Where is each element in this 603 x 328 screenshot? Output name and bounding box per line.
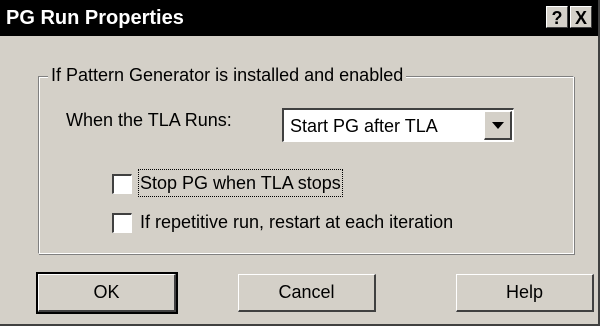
run-mode-selected-value: Start PG after TLA: [290, 116, 438, 136]
close-icon[interactable]: X: [570, 6, 592, 28]
help-icon[interactable]: ?: [546, 6, 568, 28]
restart-iteration-checkbox-label[interactable]: If repetitive run, restart at each itera…: [140, 210, 453, 234]
when-tla-runs-label: When the TLA Runs:: [66, 110, 232, 130]
window-title: PG Run Properties: [6, 7, 184, 29]
restart-iteration-checkbox[interactable]: [112, 213, 132, 233]
run-mode-dropdown[interactable]: Start PG after TLA: [282, 108, 514, 142]
group-legend: If Pattern Generator is installed and en…: [48, 63, 407, 87]
pg-run-properties-dialog: PG Run Properties ? X If Pattern Generat…: [0, 0, 600, 326]
stop-pg-checkbox-label[interactable]: Stop PG when TLA stops: [138, 169, 343, 197]
ok-button[interactable]: OK: [36, 272, 178, 314]
cancel-button[interactable]: Cancel: [238, 274, 376, 312]
stop-pg-checkbox[interactable]: [112, 174, 132, 194]
chevron-down-icon[interactable]: [484, 111, 512, 140]
help-button[interactable]: Help: [456, 274, 594, 312]
title-bar[interactable]: PG Run Properties ? X: [0, 0, 598, 36]
